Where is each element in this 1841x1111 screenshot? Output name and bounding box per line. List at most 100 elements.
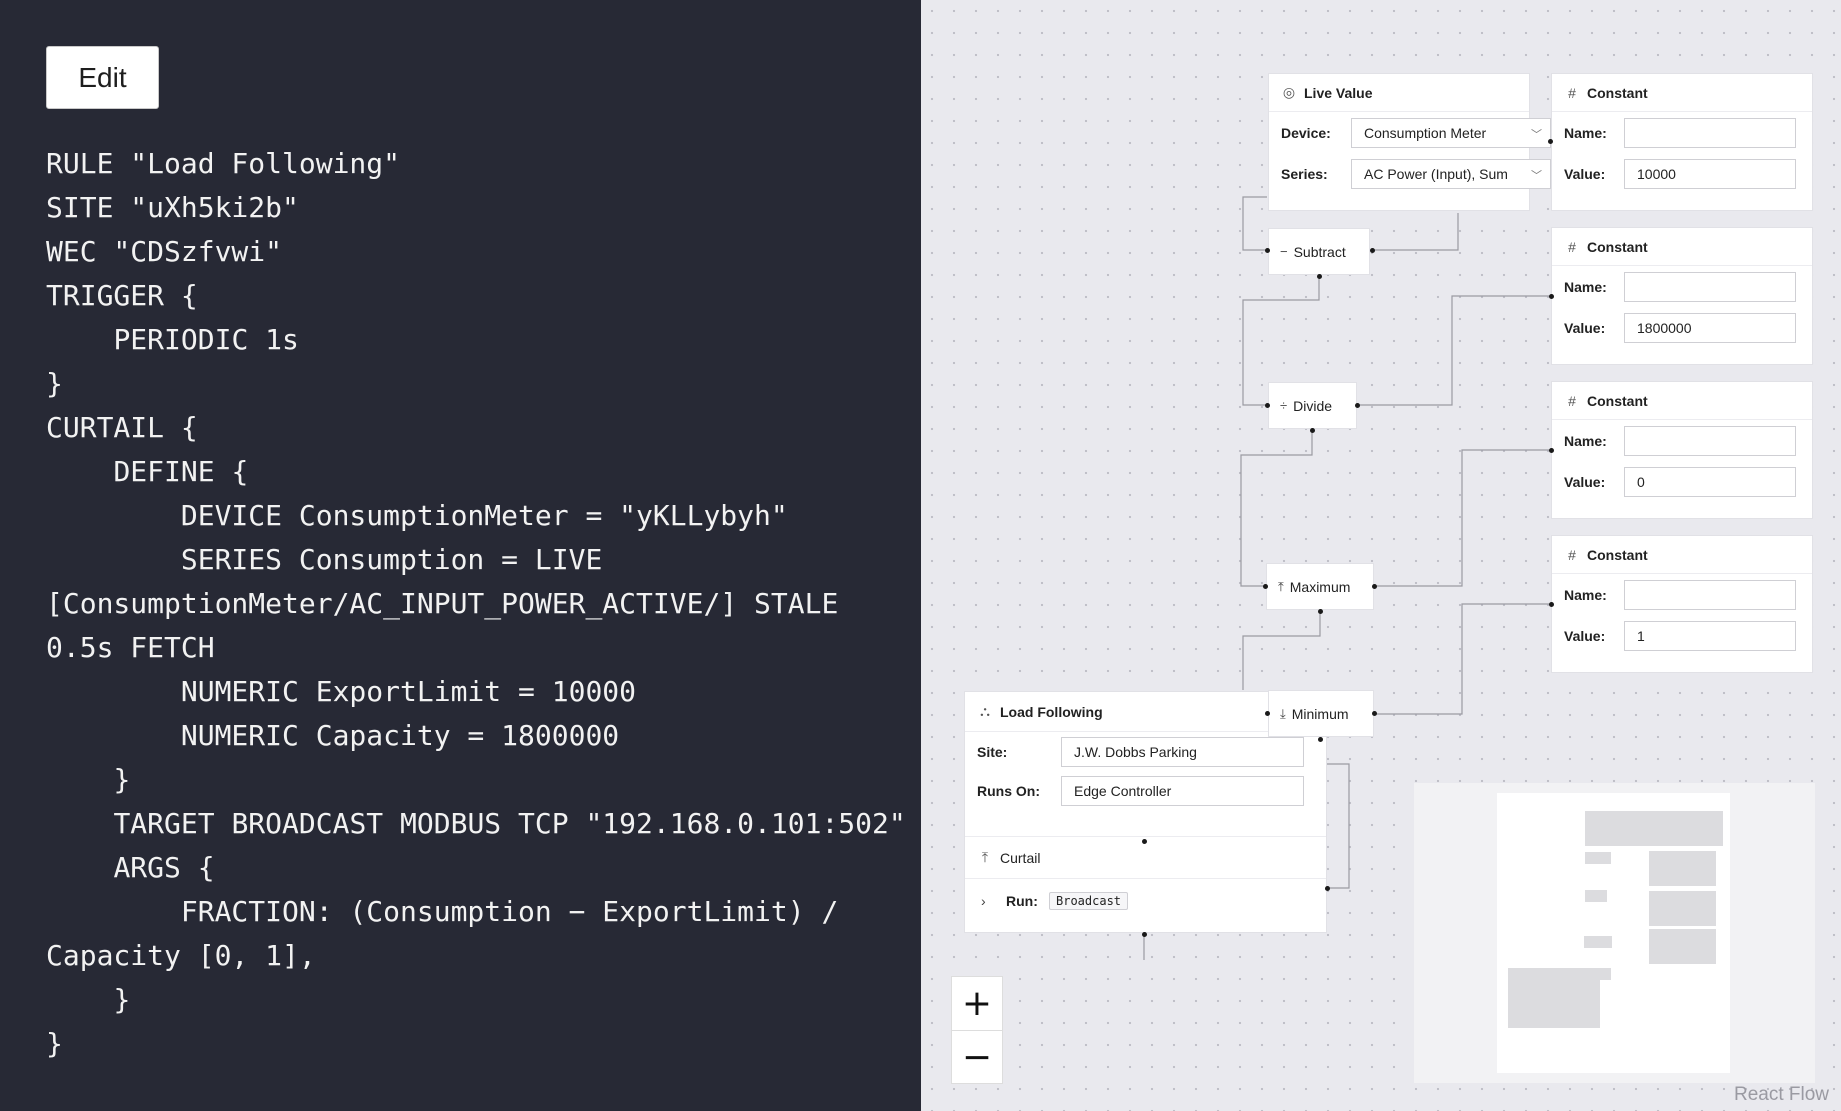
- runs-on-label: Runs On:: [977, 782, 1040, 799]
- zoom-out-button[interactable]: −: [952, 1031, 1002, 1084]
- constant-4-handle[interactable]: [1549, 602, 1554, 607]
- minimum-label: Minimum: [1291, 705, 1349, 722]
- zoom-in-button[interactable]: +: [952, 977, 1002, 1031]
- code-panel: Edit RULE "Load Following" SITE "uXh5ki2…: [0, 0, 921, 1111]
- divide-handle-left[interactable]: [1265, 403, 1270, 408]
- device-select[interactable]: Consumption Meter ﹀: [1351, 117, 1551, 148]
- edit-button[interactable]: Edit: [46, 46, 159, 109]
- rule-handle-mid[interactable]: [1142, 839, 1147, 844]
- edge-subtract-in: [1242, 196, 1267, 251]
- constant-name-input[interactable]: [1624, 117, 1796, 148]
- series-label: Series:: [1281, 165, 1328, 182]
- edge-constant4-to-minimum: [1376, 603, 1551, 715]
- subtract-node[interactable]: − Subtract: [1268, 228, 1370, 275]
- constant-title: Constant: [1587, 392, 1648, 409]
- live-value-title: Live Value: [1304, 84, 1373, 101]
- name-label: Name:: [1564, 432, 1607, 449]
- device-label: Device:: [1281, 124, 1331, 141]
- maximum-handle-left[interactable]: [1263, 584, 1268, 589]
- react-flow-attribution[interactable]: React Flow: [1734, 1084, 1829, 1106]
- chevron-down-icon: ﹀: [1531, 128, 1542, 141]
- series-select[interactable]: AC Power (Input), Sum ﹀: [1351, 158, 1551, 189]
- maximum-handle-right[interactable]: [1372, 584, 1377, 589]
- live-value-node[interactable]: ◎ Live Value Device: Consumption Meter ﹀…: [1268, 73, 1551, 211]
- constant-name-input[interactable]: [1624, 425, 1796, 456]
- hash-icon: #: [1568, 84, 1576, 101]
- subtract-handle-right[interactable]: [1370, 248, 1375, 253]
- constant-node-3[interactable]: # Constant Name: Value:: [1551, 381, 1813, 519]
- subtract-label: Subtract: [1293, 243, 1346, 260]
- minus-icon: −: [1280, 244, 1288, 259]
- hash-icon: #: [1568, 546, 1576, 563]
- minimap-node: [1508, 968, 1611, 980]
- runs-on-field[interactable]: Edge Controller: [1061, 775, 1304, 806]
- maximum-node[interactable]: ⤒ Maximum: [1266, 563, 1374, 610]
- series-select-value: AC Power (Input), Sum: [1364, 165, 1508, 182]
- value-label: Value:: [1564, 627, 1606, 644]
- run-tag[interactable]: Broadcast: [1049, 892, 1129, 910]
- minimap-node: [1585, 890, 1607, 902]
- curtail-handle-bottom[interactable]: [1142, 932, 1147, 937]
- edge-constant3-to-maximum: [1376, 449, 1551, 587]
- constant-value-input[interactable]: [1624, 466, 1796, 497]
- minimap-node: [1649, 929, 1716, 964]
- divide-handle-bottom[interactable]: [1310, 428, 1315, 433]
- constant-name-input[interactable]: [1624, 271, 1796, 302]
- rule-divider: [965, 810, 1326, 837]
- constant-3-handle[interactable]: [1549, 448, 1554, 453]
- divide-handle-right[interactable]: [1355, 403, 1360, 408]
- chevron-right-icon[interactable]: ›: [981, 893, 986, 909]
- flow-canvas[interactable]: ◎ Live Value Device: Consumption Meter ﹀…: [921, 0, 1841, 1111]
- minimap[interactable]: [1414, 783, 1815, 1083]
- name-label: Name:: [1564, 278, 1607, 295]
- maximum-handle-bottom[interactable]: [1318, 609, 1323, 614]
- maximum-label: Maximum: [1289, 578, 1351, 595]
- share-nodes-icon: ⛬: [980, 703, 990, 719]
- name-label: Name:: [1564, 586, 1607, 603]
- device-select-value: Consumption Meter: [1364, 124, 1487, 141]
- minimum-node[interactable]: ⤓ Minimum: [1268, 690, 1374, 737]
- name-label: Name:: [1564, 124, 1607, 141]
- minimum-handle-bottom[interactable]: [1318, 737, 1323, 742]
- target-icon: ◎: [1282, 84, 1296, 100]
- live-value-handle[interactable]: [1548, 139, 1553, 144]
- divide-node[interactable]: ÷ Divide: [1268, 382, 1357, 429]
- constant-title: Constant: [1587, 84, 1648, 101]
- arrow-up-bar-icon: ⤒: [1278, 578, 1284, 594]
- site-field[interactable]: J.W. Dobbs Parking: [1061, 736, 1304, 767]
- site-label: Site:: [977, 743, 1008, 760]
- minimum-handle-right[interactable]: [1372, 711, 1377, 716]
- rule-title: Load Following: [1000, 703, 1103, 720]
- constant-title: Constant: [1587, 238, 1648, 255]
- divide-icon: ÷: [1280, 398, 1288, 413]
- minimap-node: [1584, 936, 1612, 948]
- chevron-down-icon: ﹀: [1531, 169, 1542, 182]
- curtail-label: Curtail: [1000, 849, 1041, 866]
- edge-maximum-to-minimum: [1242, 612, 1321, 690]
- minimum-handle-left[interactable]: [1265, 711, 1270, 716]
- subtract-handle-left[interactable]: [1265, 248, 1270, 253]
- constant-value-input[interactable]: [1624, 158, 1796, 189]
- minimap-node: [1649, 891, 1716, 926]
- zoom-controls: + −: [951, 976, 1003, 1084]
- constant-node-2[interactable]: # Constant Name: Value:: [1551, 227, 1813, 365]
- edge-live-to-subtract: [1372, 213, 1459, 251]
- minimap-node: [1649, 851, 1716, 886]
- arrow-down-bar-icon: ⤓: [1280, 705, 1286, 721]
- constant-node-4[interactable]: # Constant Name: Value:: [1551, 535, 1813, 673]
- rule-code: RULE "Load Following" SITE "uXh5ki2b" WE…: [46, 147, 906, 1060]
- constant-2-handle[interactable]: [1549, 294, 1554, 299]
- hash-icon: #: [1568, 392, 1576, 409]
- constant-title: Constant: [1587, 546, 1648, 563]
- minimap-node: [1508, 980, 1600, 1028]
- curtail-handle-right[interactable]: [1325, 886, 1330, 891]
- subtract-handle-bottom[interactable]: [1317, 274, 1322, 279]
- constant-value-input[interactable]: [1624, 312, 1796, 343]
- run-label: Run:: [1006, 893, 1038, 909]
- constant-name-input[interactable]: [1624, 579, 1796, 610]
- curtail-icon: ⤒: [981, 849, 989, 865]
- edge-constant2-to-divide: [1359, 295, 1551, 406]
- constant-value-input[interactable]: [1624, 620, 1796, 651]
- constant-node-1[interactable]: # Constant Name: Value:: [1551, 73, 1813, 211]
- value-label: Value:: [1564, 473, 1606, 490]
